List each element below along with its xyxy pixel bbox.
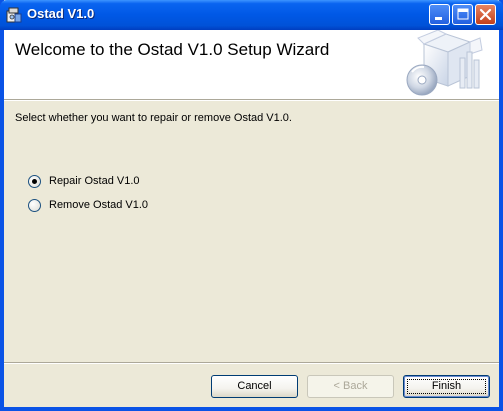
radio-selected-dot xyxy=(32,179,37,184)
installer-box-cd-icon xyxy=(406,30,483,96)
remove-radio[interactable] xyxy=(28,199,41,212)
header-divider-highlight xyxy=(4,100,499,101)
window-title: Ostad V1.0 xyxy=(27,6,95,21)
maximize-icon xyxy=(457,8,469,20)
page-title: Welcome to the Ostad V1.0 Setup Wizard xyxy=(15,40,330,59)
instruction-text: Select whether you want to repair or rem… xyxy=(15,112,292,124)
focus-rectangle xyxy=(407,379,486,394)
back-button[interactable]: < Back xyxy=(307,375,394,398)
wizard-header: Welcome to the Ostad V1.0 Setup Wizard xyxy=(4,30,499,99)
footer-divider-highlight xyxy=(4,363,499,364)
repair-radio[interactable] xyxy=(28,175,41,188)
title-bar[interactable]: Ostad V1.0 xyxy=(0,0,503,30)
minimize-button[interactable] xyxy=(429,4,450,25)
close-icon xyxy=(479,8,492,21)
installer-app-icon xyxy=(6,7,22,23)
close-button[interactable] xyxy=(475,4,496,25)
setup-wizard-window: Ostad V1.0 Welcome to the Ostad V1.0 Set… xyxy=(0,0,503,411)
finish-button[interactable]: Finish xyxy=(403,375,490,398)
repair-option-label[interactable]: Repair Ostad V1.0 xyxy=(49,175,140,187)
maximize-button[interactable] xyxy=(452,4,473,25)
cancel-button[interactable]: Cancel xyxy=(211,375,298,398)
remove-option-label[interactable]: Remove Ostad V1.0 xyxy=(49,199,148,211)
minimize-icon xyxy=(435,17,442,20)
